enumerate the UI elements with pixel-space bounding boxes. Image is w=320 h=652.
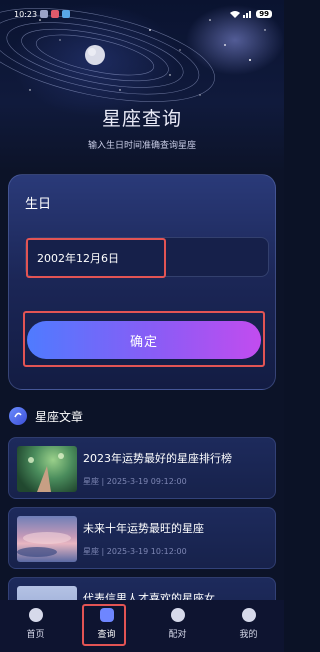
wifi-icon bbox=[230, 11, 241, 18]
home-icon bbox=[28, 608, 43, 622]
nav-home-label: 首页 bbox=[26, 630, 45, 640]
profile-icon bbox=[241, 608, 256, 622]
page-title: 星座查询 bbox=[101, 108, 182, 130]
status-time: 10:23 bbox=[14, 9, 38, 19]
nav-match-label: 配对 bbox=[168, 630, 187, 640]
article-section-icon bbox=[9, 407, 27, 425]
message-icon bbox=[62, 10, 71, 18]
nav-profile-label: 我的 bbox=[239, 630, 258, 640]
bottom-navigation: 首页 查询 配对 我的 bbox=[0, 600, 284, 652]
page-subtitle: 输入生日时间准确查询星座 bbox=[87, 141, 196, 151]
birthday-input-container[interactable]: 2002年12月6日 bbox=[25, 237, 269, 278]
notification-icon bbox=[40, 10, 49, 18]
app-notification-icon bbox=[51, 10, 60, 18]
status-bar: 10:23 99 bbox=[14, 7, 272, 21]
article-thumbnail bbox=[17, 446, 77, 492]
article-meta: 星座 | 2025-3-19 09:12:00 bbox=[83, 477, 187, 486]
nav-match[interactable]: 配对 bbox=[142, 600, 213, 652]
article-meta: 星座 | 2025-3-19 10:12:00 bbox=[83, 547, 187, 556]
signal-icon bbox=[243, 11, 252, 18]
article-thumbnail bbox=[17, 516, 77, 562]
nav-query-highlight bbox=[82, 604, 126, 646]
article-title: 未来十年运势最旺的星座 bbox=[83, 522, 204, 535]
birthday-card: 生日 2002年12月6日 确定 bbox=[8, 174, 276, 390]
constellation-query-page: 10:23 99 星座查询 输入生日时间准确查询星座 生日 2002年12月6日… bbox=[0, 0, 284, 652]
birthday-label: 生日 bbox=[25, 197, 52, 212]
battery-indicator: 99 bbox=[256, 10, 272, 18]
article-item[interactable]: 2023年运势最好的星座排行榜 星座 | 2025-3-19 09:12:00 bbox=[8, 437, 276, 499]
heart-icon bbox=[170, 608, 185, 622]
article-title: 2023年运势最好的星座排行榜 bbox=[83, 452, 232, 465]
articles-section-header: 星座文章 bbox=[9, 407, 83, 425]
articles-section-title: 星座文章 bbox=[35, 409, 84, 424]
birthday-date-field[interactable]: 2002年12月6日 bbox=[26, 238, 166, 278]
confirm-button[interactable]: 确定 bbox=[27, 321, 261, 359]
hero-banner: 10:23 99 星座查询 输入生日时间准确查询星座 bbox=[0, 0, 284, 172]
article-item[interactable]: 未来十年运势最旺的星座 星座 | 2025-3-19 10:12:00 bbox=[8, 507, 276, 569]
nav-profile[interactable]: 我的 bbox=[213, 600, 284, 652]
nav-home[interactable]: 首页 bbox=[0, 600, 71, 652]
